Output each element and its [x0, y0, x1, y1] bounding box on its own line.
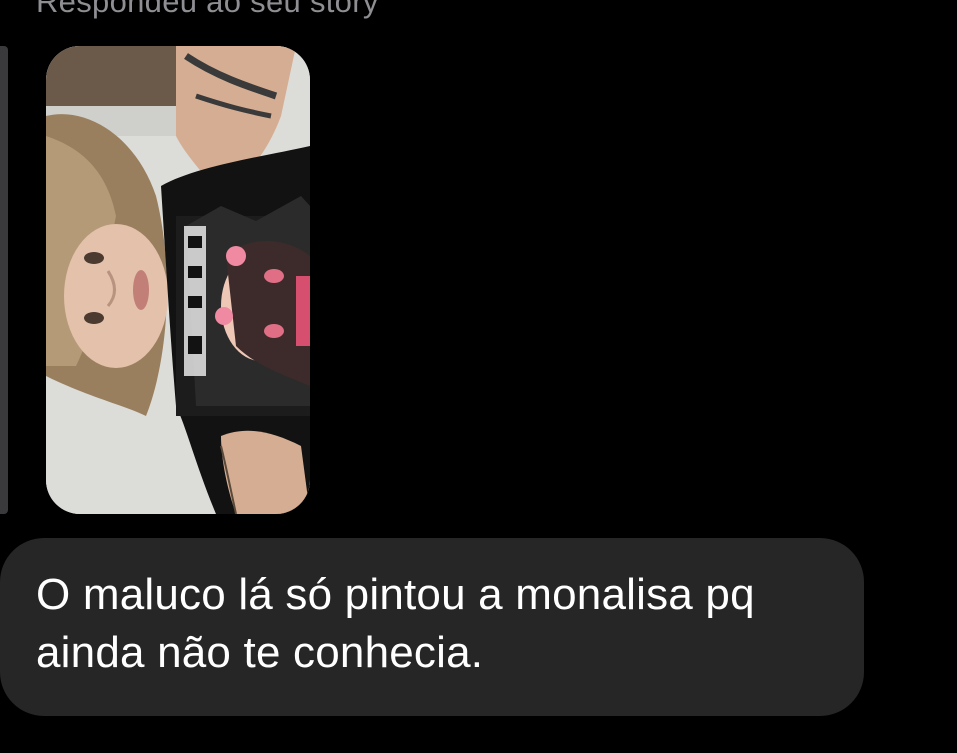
- story-thumbnail[interactable]: [46, 46, 310, 514]
- chat-screen: Respondeu ao seu story O maluco lá só pi…: [0, 0, 957, 753]
- message-text: O maluco lá só pintou a monalisa pq aind…: [36, 570, 755, 677]
- story-reply-label: Respondeu ao seu story: [36, 0, 379, 19]
- story-photo-icon: [46, 46, 310, 514]
- reply-indicator-bar: [0, 46, 8, 514]
- message-bubble[interactable]: O maluco lá só pintou a monalisa pq aind…: [0, 538, 864, 716]
